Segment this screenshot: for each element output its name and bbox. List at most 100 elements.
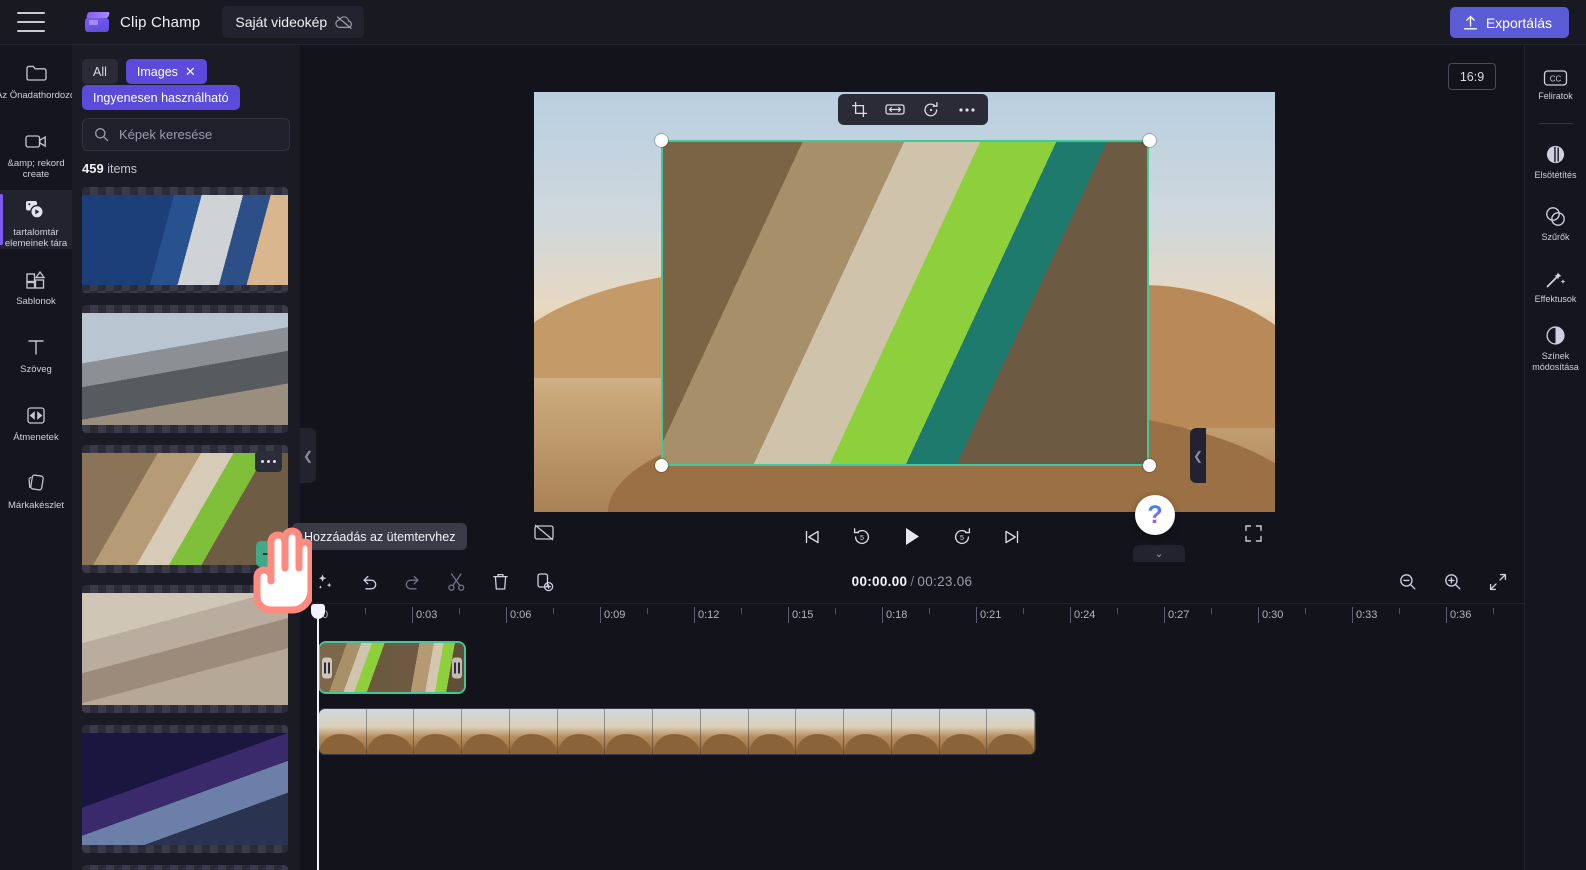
left-sidebar: Az Önadathordozója &amp; rekord create t… bbox=[0, 45, 72, 870]
playhead[interactable] bbox=[311, 604, 325, 870]
sidebar-item-adjust-colors[interactable]: Színek módosítása bbox=[1525, 320, 1586, 376]
ruler-label: 0:15 bbox=[792, 609, 814, 621]
resize-handle-top-right[interactable] bbox=[1143, 134, 1156, 147]
player-controls: 5 5 bbox=[300, 513, 1524, 560]
folder-icon bbox=[23, 61, 49, 85]
timecode-display: 00:00.00/00:23.06 bbox=[300, 574, 1524, 589]
export-button-label: Exportálás bbox=[1485, 14, 1552, 31]
selected-clip-frame[interactable] bbox=[661, 140, 1149, 466]
skip-to-end-icon[interactable] bbox=[998, 524, 1026, 550]
current-time: 00:00.00 bbox=[851, 574, 908, 589]
preview-stage: 16:9 bbox=[300, 45, 1524, 560]
sidebar-item-brand-kit[interactable]: Márkakészlet bbox=[0, 463, 72, 521]
hamburger-menu-icon[interactable] bbox=[17, 12, 45, 32]
right-sidebar: CC Feliratok Elsötétítés Szűrők Effektus… bbox=[1524, 45, 1586, 870]
hand-cursor bbox=[253, 527, 312, 614]
solar-panel-night-sky-image bbox=[82, 733, 288, 845]
list-item[interactable] bbox=[82, 725, 288, 853]
sidebar-item-effects-label: Effektusok bbox=[1534, 294, 1577, 305]
zoom-out-icon[interactable] bbox=[1395, 569, 1420, 594]
sidebar-item-filters[interactable]: Szűrők bbox=[1525, 196, 1586, 252]
sidebar-item-media-label: Az Önadathordozója bbox=[0, 90, 72, 101]
zoom-in-icon[interactable] bbox=[1440, 569, 1465, 594]
sidebar-item-text[interactable]: Szöveg bbox=[0, 327, 72, 385]
trim-handle-left[interactable] bbox=[322, 657, 332, 678]
timeline-ruler[interactable]: 0 0:03 0:06 0:09 0:12 0:15 0:18 0:21 0:2… bbox=[300, 604, 1524, 626]
list-item[interactable] bbox=[82, 305, 288, 433]
sidebar-item-captions-label: Feliratok bbox=[1538, 90, 1573, 101]
ruler-label: 0:27 bbox=[1168, 609, 1190, 621]
mechanic-blue-machinery-image bbox=[82, 195, 288, 285]
export-button[interactable]: Exportálás bbox=[1449, 7, 1569, 38]
sidebar-item-templates[interactable]: Sablonok bbox=[0, 259, 72, 317]
more-options-icon[interactable] bbox=[255, 451, 282, 472]
filter-chip-all-label: All bbox=[93, 64, 107, 79]
sidebar-item-fade-label: Elsötétítés bbox=[1534, 170, 1577, 181]
close-icon[interactable]: ✕ bbox=[185, 65, 196, 78]
fit-resize-icon[interactable] bbox=[882, 98, 908, 122]
sidebar-item-fade[interactable]: Elsötétítés bbox=[1525, 134, 1586, 190]
list-item[interactable] bbox=[82, 187, 288, 293]
more-options-icon[interactable] bbox=[954, 98, 980, 122]
rewind-5-icon[interactable]: 5 bbox=[848, 524, 876, 550]
sidebar-item-templates-label: Sablonok bbox=[16, 296, 56, 307]
forward-5-icon[interactable]: 5 bbox=[948, 524, 976, 550]
ruler-label: 0:12 bbox=[698, 609, 720, 621]
filter-chip-free-to-use[interactable]: Ingyenesen használható bbox=[82, 85, 240, 110]
effects-icon bbox=[1546, 272, 1566, 288]
svg-text:CC: CC bbox=[1550, 74, 1562, 83]
list-item[interactable] bbox=[82, 865, 288, 870]
rotate-icon[interactable] bbox=[918, 98, 944, 122]
project-tab[interactable]: Saját videokép bbox=[222, 6, 365, 38]
cloud-offline-icon bbox=[335, 15, 354, 30]
sidebar-item-adjust-colors-label: Színek módosítása bbox=[1532, 351, 1579, 372]
sidebar-item-transitions[interactable]: Átmenetek bbox=[0, 395, 72, 453]
table-row[interactable] bbox=[318, 641, 466, 694]
skip-to-start-icon[interactable] bbox=[798, 524, 826, 550]
fit-timeline-icon[interactable] bbox=[1485, 569, 1510, 594]
resize-handle-top-left[interactable] bbox=[655, 134, 668, 147]
top-bar: Clip Champ Saját videokép Exportálás bbox=[0, 0, 1586, 45]
filter-chip-images[interactable]: Images ✕ bbox=[125, 59, 207, 84]
recycling-warehouse-worker-preview bbox=[663, 142, 1147, 464]
filter-chip-all[interactable]: All bbox=[82, 59, 118, 84]
help-glyph: ? bbox=[1147, 500, 1163, 529]
brand-logo-area: Clip Champ bbox=[85, 11, 200, 33]
filter-chip-images-label: Images bbox=[136, 64, 178, 79]
sidebar-item-content-library-label: tartalomtár elemeinek tára bbox=[4, 227, 68, 249]
search-input[interactable]: Képek keresése bbox=[82, 118, 290, 151]
sidebar-item-effects[interactable]: Effektusok bbox=[1525, 258, 1586, 314]
ruler-label: 0:30 bbox=[1262, 609, 1284, 621]
ruler-label: 0:18 bbox=[886, 609, 908, 621]
trim-handle-right[interactable] bbox=[452, 657, 462, 678]
sidebar-item-content-library[interactable]: tartalomtár elemeinek tára bbox=[0, 190, 72, 249]
resize-handle-bottom-left[interactable] bbox=[655, 459, 668, 472]
fullscreen-icon[interactable] bbox=[1244, 524, 1268, 548]
transitions-icon bbox=[23, 403, 49, 427]
sidebar-item-media[interactable]: Az Önadathordozója bbox=[0, 53, 72, 111]
collapse-right-panel-button[interactable]: ❮ bbox=[1190, 428, 1206, 483]
sidebar-item-filters-label: Szűrők bbox=[1541, 232, 1570, 243]
sidebar-item-record-create[interactable]: &amp; rekord create bbox=[0, 121, 72, 180]
crop-icon[interactable] bbox=[846, 98, 872, 122]
project-title: Saját videokép bbox=[235, 14, 328, 30]
search-input-placeholder: Képek keresése bbox=[119, 127, 213, 142]
timecode-separator: / bbox=[910, 574, 915, 589]
aspect-ratio-label: 16:9 bbox=[1459, 69, 1485, 84]
collapse-timeline-button[interactable]: ⌄ bbox=[1133, 545, 1185, 562]
play-icon[interactable] bbox=[898, 524, 926, 550]
divider bbox=[1538, 123, 1573, 124]
item-count: 459 items bbox=[82, 161, 137, 176]
sidebar-item-captions[interactable]: CC Feliratok bbox=[1525, 57, 1586, 113]
timeline: 00:00.00/00:23.06 0 0:03 0:06 0:09 0:12 … bbox=[300, 560, 1524, 870]
ruler-label: 0:06 bbox=[510, 609, 532, 621]
table-row[interactable] bbox=[318, 708, 1036, 755]
search-icon bbox=[95, 128, 109, 142]
aspect-ratio-button[interactable]: 16:9 bbox=[1448, 63, 1496, 90]
total-time: 00:23.06 bbox=[917, 574, 973, 589]
filters-icon bbox=[1546, 207, 1565, 227]
collapse-media-panel-button[interactable]: ❮ bbox=[300, 428, 316, 483]
resize-handle-bottom-right[interactable] bbox=[1143, 459, 1156, 472]
ruler-label: 0:21 bbox=[980, 609, 1002, 621]
help-button[interactable]: ? bbox=[1135, 495, 1175, 535]
